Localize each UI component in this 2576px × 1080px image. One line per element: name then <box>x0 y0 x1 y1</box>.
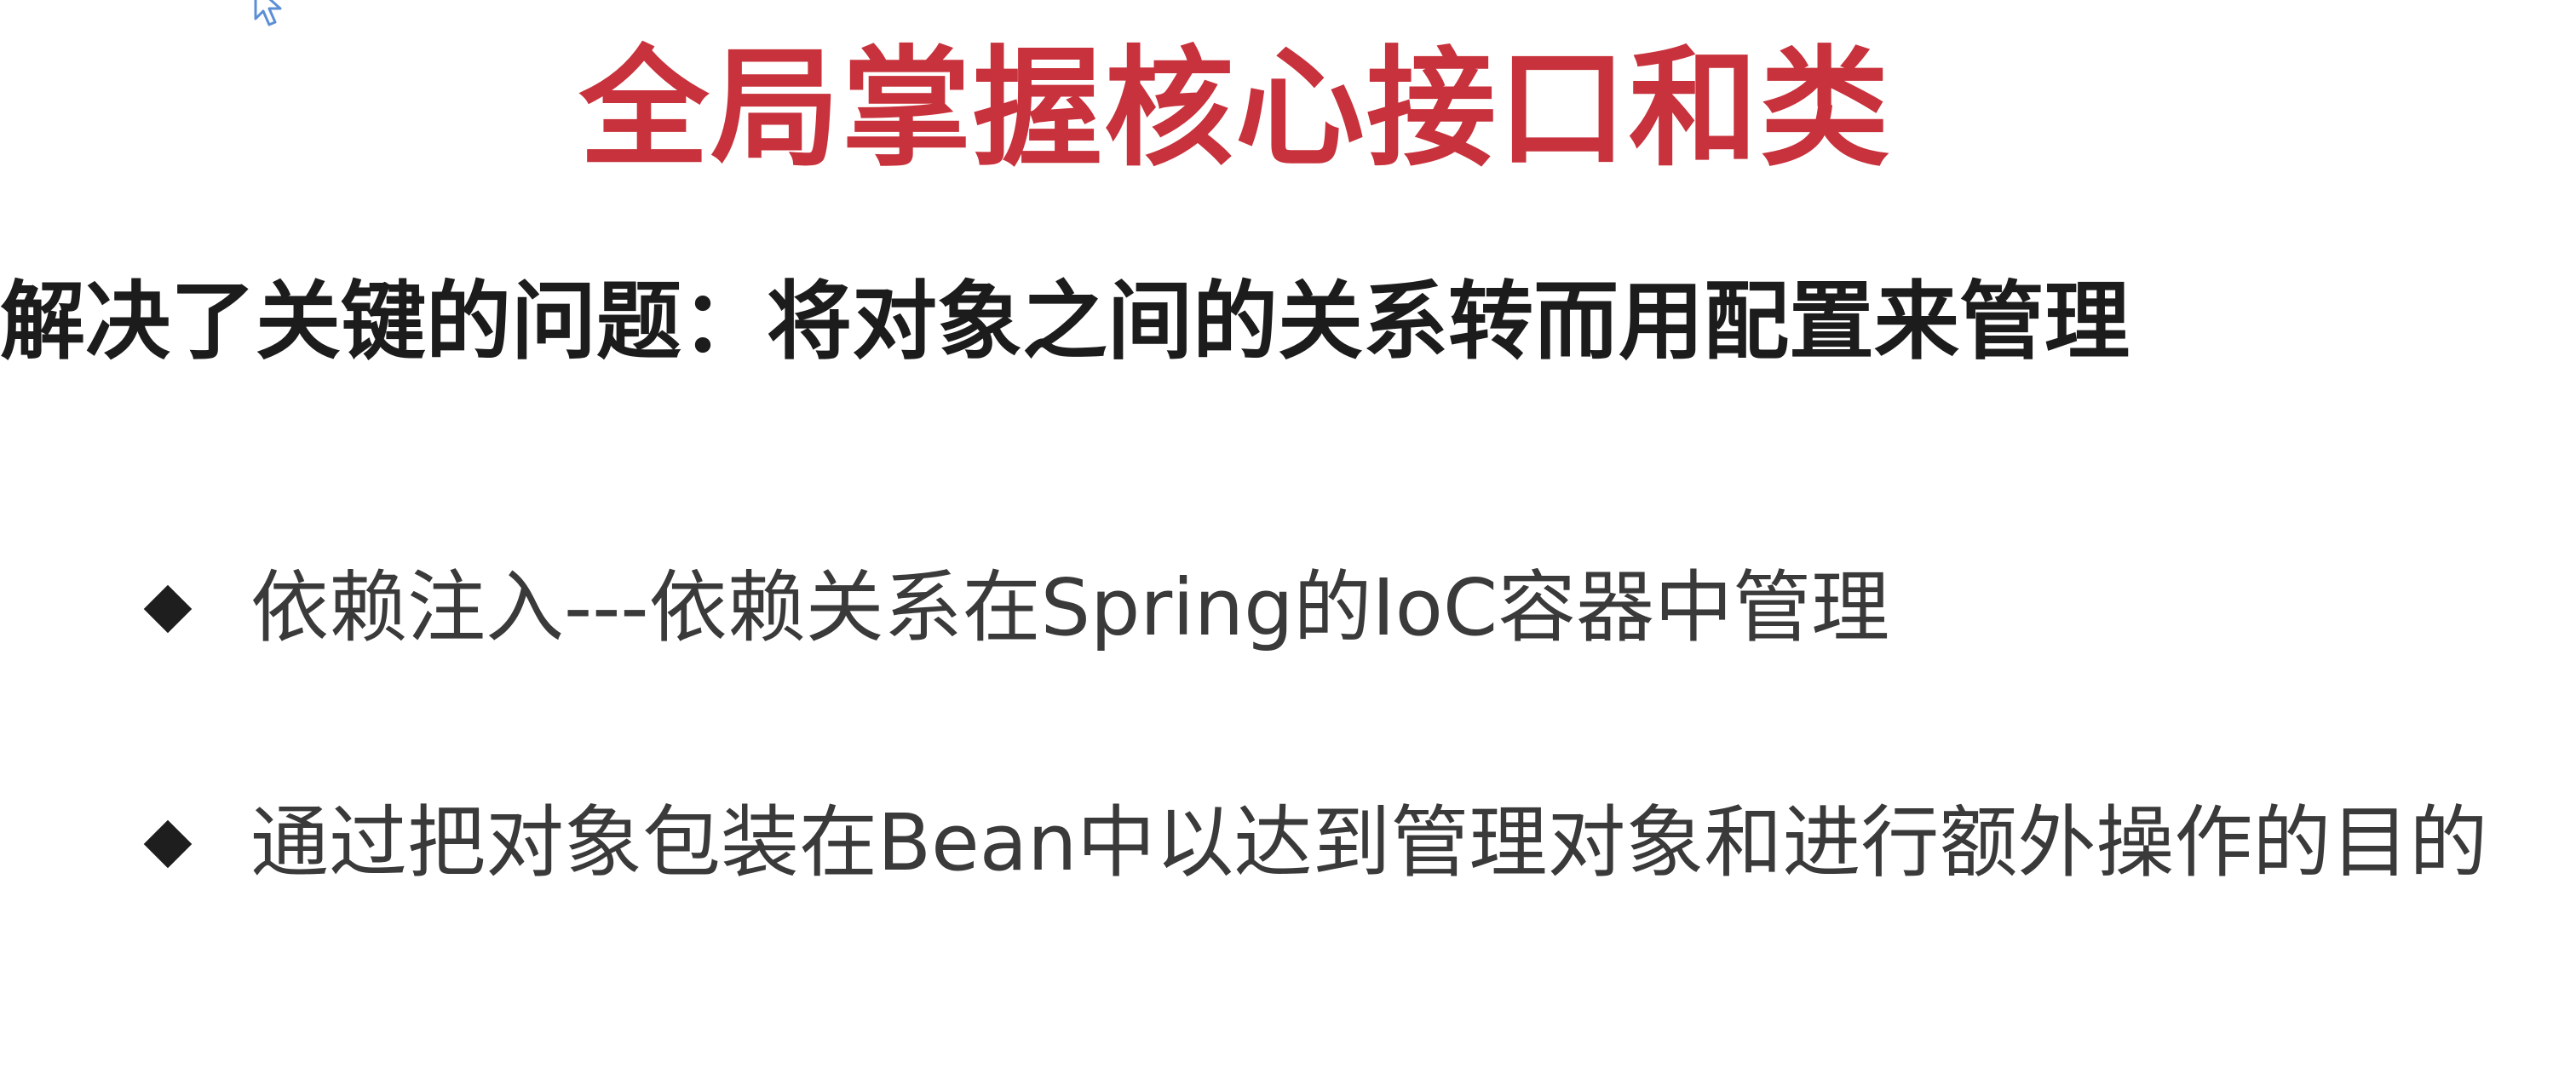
bullet-item-bean-wrapping: 通过把对象包装在Bean中以达到管理对象和进行额外操作的目的 <box>143 792 2487 894</box>
bullet-item-dependency-injection: 依赖注入---依赖关系在Spring的IoC容器中管理 <box>143 557 1889 659</box>
bullet-text: 依赖注入---依赖关系在Spring的IoC容器中管理 <box>250 562 1890 653</box>
slide-subtitle: 解决了关键的问题：将对象之间的关系转而用配置来管理 <box>0 272 2130 371</box>
diamond-bullet-icon <box>143 584 191 632</box>
bullet-text: 通过把对象包装在Bean中以达到管理对象和进行额外操作的目的 <box>250 797 2488 888</box>
slide-title: 全局掌握核心接口和类 <box>579 33 1891 184</box>
presentation-slide: 全局掌握核心接口和类 解决了关键的问题：将对象之间的关系转而用配置来管理 依赖注… <box>0 0 2576 1080</box>
mouse-pointer-icon <box>254 0 282 26</box>
diamond-bullet-icon <box>143 819 191 867</box>
